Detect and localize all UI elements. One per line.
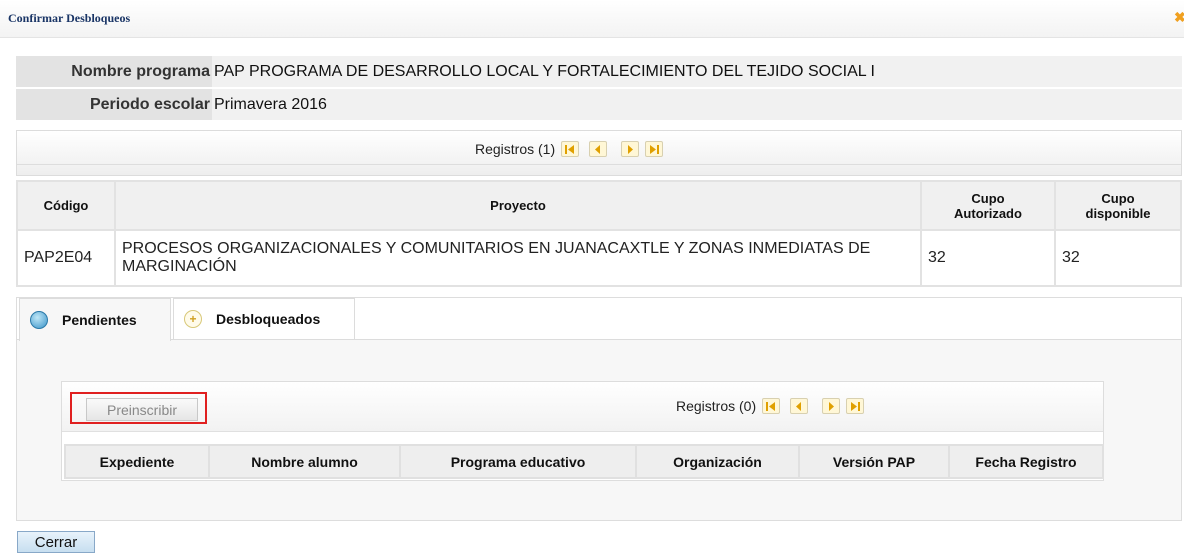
grid-pager: Registros (0) bbox=[676, 398, 865, 414]
preinscribir-button[interactable]: Preinscribir bbox=[86, 398, 198, 421]
project-pager: Registros (1) bbox=[475, 141, 664, 157]
header-cupo-autorizado-label: Cupo Autorizado bbox=[954, 190, 1022, 221]
project-table-header: Código Proyecto Cupo Autorizado Cupo dis… bbox=[16, 180, 1182, 231]
cell-cupo-disponible: 32 bbox=[1054, 229, 1182, 287]
header-organizacion[interactable]: Organización bbox=[635, 444, 800, 479]
tab-pendientes-label: Pendientes bbox=[62, 312, 137, 328]
next-page-button[interactable] bbox=[621, 141, 640, 157]
header-expediente[interactable]: Expediente bbox=[64, 444, 210, 479]
header-cupo-autorizado: Cupo Autorizado bbox=[920, 180, 1056, 231]
cell-proyecto: PROCESOS ORGANIZACIONALES Y COMUNITARIOS… bbox=[114, 229, 922, 287]
info-row-programa: Nombre programa PAP PROGRAMA DE DESARROL… bbox=[16, 56, 1182, 89]
info-row-periodo: Periodo escolar Primavera 2016 bbox=[16, 89, 1182, 122]
project-table: Código Proyecto Cupo Autorizado Cupo dis… bbox=[16, 180, 1182, 287]
table-row[interactable]: PAP2E04 PROCESOS ORGANIZACIONALES Y COMU… bbox=[16, 229, 1182, 287]
close-icon[interactable]: ✖ bbox=[1174, 10, 1184, 24]
program-info: Nombre programa PAP PROGRAMA DE DESARROL… bbox=[16, 56, 1182, 122]
programa-value: PAP PROGRAMA DE DESARROLLO LOCAL Y FORTA… bbox=[212, 56, 1182, 87]
grid-last-page-button[interactable] bbox=[846, 398, 865, 414]
header-cupo-disponible-label: Cupo disponible bbox=[1085, 190, 1151, 221]
header-nombre-alumno[interactable]: Nombre alumno bbox=[208, 444, 401, 479]
dialog-title: Confirmar Desbloqueos bbox=[8, 11, 131, 25]
expand-icon: + bbox=[184, 310, 202, 328]
header-programa-educativo[interactable]: Programa educativo bbox=[399, 444, 637, 479]
last-page-button[interactable] bbox=[645, 141, 664, 157]
header-version-pap[interactable]: Versión PAP bbox=[798, 444, 950, 479]
programa-label: Nombre programa bbox=[16, 56, 212, 87]
cell-cupo-autorizado: 32 bbox=[920, 229, 1056, 287]
highlight-box: Preinscribir bbox=[70, 392, 207, 424]
collapse-icon bbox=[30, 311, 48, 329]
header-proyecto: Proyecto bbox=[114, 180, 922, 231]
tabs-panel: Pendientes + Desbloqueados Preinscribir … bbox=[16, 297, 1182, 521]
cerrar-button[interactable]: Cerrar bbox=[17, 531, 95, 553]
tab-pendientes[interactable]: Pendientes bbox=[19, 298, 171, 341]
project-pager-bar: Registros (1) bbox=[16, 130, 1182, 176]
grid-next-page-button[interactable] bbox=[822, 398, 841, 414]
records-count: Registros (1) bbox=[475, 141, 556, 157]
first-page-button[interactable] bbox=[561, 141, 580, 157]
header-codigo: Código bbox=[16, 180, 116, 231]
tab-desbloqueados-label: Desbloqueados bbox=[216, 311, 321, 327]
periodo-value: Primavera 2016 bbox=[212, 89, 1182, 120]
dialog-titlebar: Confirmar Desbloqueos ✖ bbox=[0, 0, 1184, 38]
cell-codigo: PAP2E04 bbox=[16, 229, 116, 287]
grid-toolbar: Preinscribir Registros (0) bbox=[62, 382, 1103, 432]
prev-page-button[interactable] bbox=[589, 141, 608, 157]
grid-prev-page-button[interactable] bbox=[790, 398, 809, 414]
header-cupo-disponible: Cupo disponible bbox=[1054, 180, 1182, 231]
header-fecha-registro[interactable]: Fecha Registro bbox=[948, 444, 1104, 479]
grid-records-count: Registros (0) bbox=[676, 398, 757, 414]
students-grid: Preinscribir Registros (0) Expediente No… bbox=[61, 381, 1104, 481]
grid-first-page-button[interactable] bbox=[762, 398, 781, 414]
divider bbox=[17, 164, 1181, 165]
tab-desbloqueados[interactable]: + Desbloqueados bbox=[173, 298, 355, 340]
students-table-header: Expediente Nombre alumno Programa educat… bbox=[64, 444, 1104, 479]
periodo-label: Periodo escolar bbox=[16, 89, 212, 120]
students-table: Expediente Nombre alumno Programa educat… bbox=[64, 444, 1104, 479]
